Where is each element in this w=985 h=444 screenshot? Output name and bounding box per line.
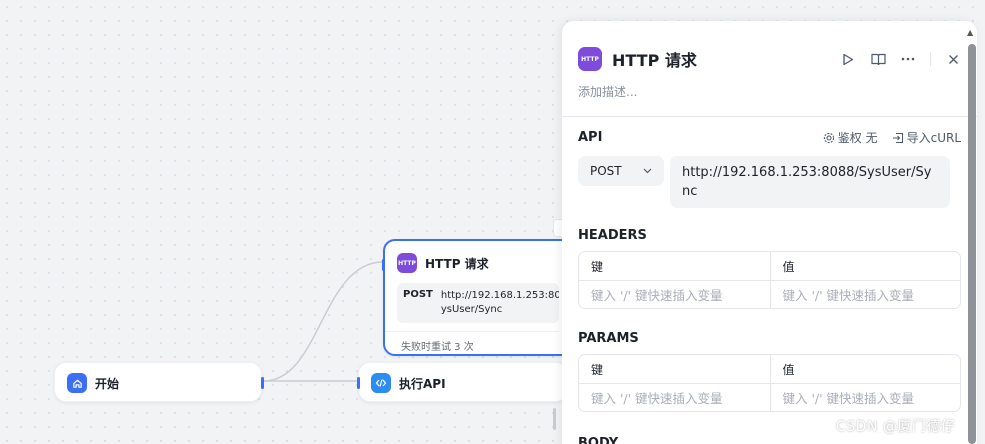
- panel-scrollbar[interactable]: [968, 44, 976, 444]
- more-icon[interactable]: [900, 51, 916, 67]
- http-request-node[interactable]: HTTP HTTP 请求 POST http://192.168.1.253:8…: [382, 239, 573, 356]
- header-value-input[interactable]: 键入 '/' 键快速插入变量: [769, 281, 961, 308]
- resize-handle[interactable]: [553, 408, 556, 430]
- home-icon: [67, 373, 87, 393]
- run-icon[interactable]: [840, 51, 856, 67]
- auth-label: 鉴权 无: [837, 131, 878, 145]
- start-node[interactable]: 开始: [54, 362, 264, 402]
- chevron-down-icon: [643, 166, 652, 177]
- param-value-input[interactable]: 键入 '/' 键快速插入变量: [769, 384, 961, 411]
- import-curl-button[interactable]: 导入cURL: [892, 129, 961, 146]
- header-key-input[interactable]: 键入 '/' 键快速插入变量: [579, 281, 770, 308]
- http-icon: HTTP: [578, 47, 602, 71]
- code-icon: [371, 373, 391, 393]
- exec-api-node[interactable]: 执行API: [357, 362, 568, 402]
- api-section-title: API: [578, 130, 603, 145]
- headers-value-column: 值: [769, 252, 961, 280]
- method-select-value: POST: [590, 164, 622, 178]
- exec-node-title: 执行API: [399, 376, 446, 391]
- exec-node-input-handle[interactable]: [357, 377, 360, 389]
- param-key-input[interactable]: 键入 '/' 键快速插入变量: [579, 384, 770, 411]
- http-node-url-line2: ysUser/Sync: [440, 304, 503, 315]
- params-table: 键 值 键入 '/' 键快速插入变量 键入 '/' 键快速插入变量: [578, 354, 961, 412]
- http-node-request-summary: POST http://192.168.1.253:8088/S ysUser/…: [397, 283, 559, 323]
- url-input[interactable]: http://192.168.1.253:8088/SysUser/Sync: [670, 156, 950, 208]
- description-input[interactable]: 添加描述...: [562, 83, 977, 107]
- close-icon[interactable]: [945, 51, 961, 67]
- body-section-title: BODY: [578, 436, 619, 444]
- import-curl-label: 导入cURL: [906, 131, 961, 145]
- params-section-title: PARAMS: [578, 331, 639, 346]
- start-node-title: 开始: [95, 376, 120, 391]
- watermark: CSDN @厦门德仔: [836, 419, 956, 435]
- headers-table: 键 值 键入 '/' 键快速插入变量 键入 '/' 键快速插入变量: [578, 251, 961, 309]
- params-key-column: 键: [591, 362, 604, 377]
- headers-section-title: HEADERS: [578, 228, 647, 243]
- headers-key-column: 键: [591, 259, 604, 274]
- http-icon: HTTP: [397, 253, 417, 273]
- http-node-url: http://192.168.1.253:8088/S ysUser/Sync: [441, 289, 559, 317]
- header-divider: [562, 116, 977, 117]
- method-select[interactable]: POST: [578, 156, 664, 186]
- http-node-title: HTTP 请求: [425, 256, 489, 271]
- panel-title[interactable]: HTTP 请求: [612, 47, 697, 71]
- http-node-url-line1: http://192.168.1.253:8088/S: [440, 290, 559, 301]
- start-node-output-handle[interactable]: [261, 377, 264, 389]
- scroll-up-arrow-icon[interactable]: ▲: [967, 28, 973, 37]
- auth-button[interactable]: 鉴权 无: [823, 129, 878, 146]
- gear-icon: [823, 132, 834, 143]
- http-node-retry: 失败时重试 3 次: [385, 331, 559, 353]
- http-node-input-handle[interactable]: [382, 259, 385, 271]
- http-config-panel: HTTP HTTP 请求 添加描述... API 鉴权 无 导入cURL POS…: [562, 21, 977, 444]
- actions-divider: [930, 52, 931, 66]
- params-value-column: 值: [769, 355, 961, 383]
- book-icon[interactable]: [870, 51, 886, 67]
- http-node-method: POST: [403, 289, 433, 300]
- import-icon: [892, 132, 903, 143]
